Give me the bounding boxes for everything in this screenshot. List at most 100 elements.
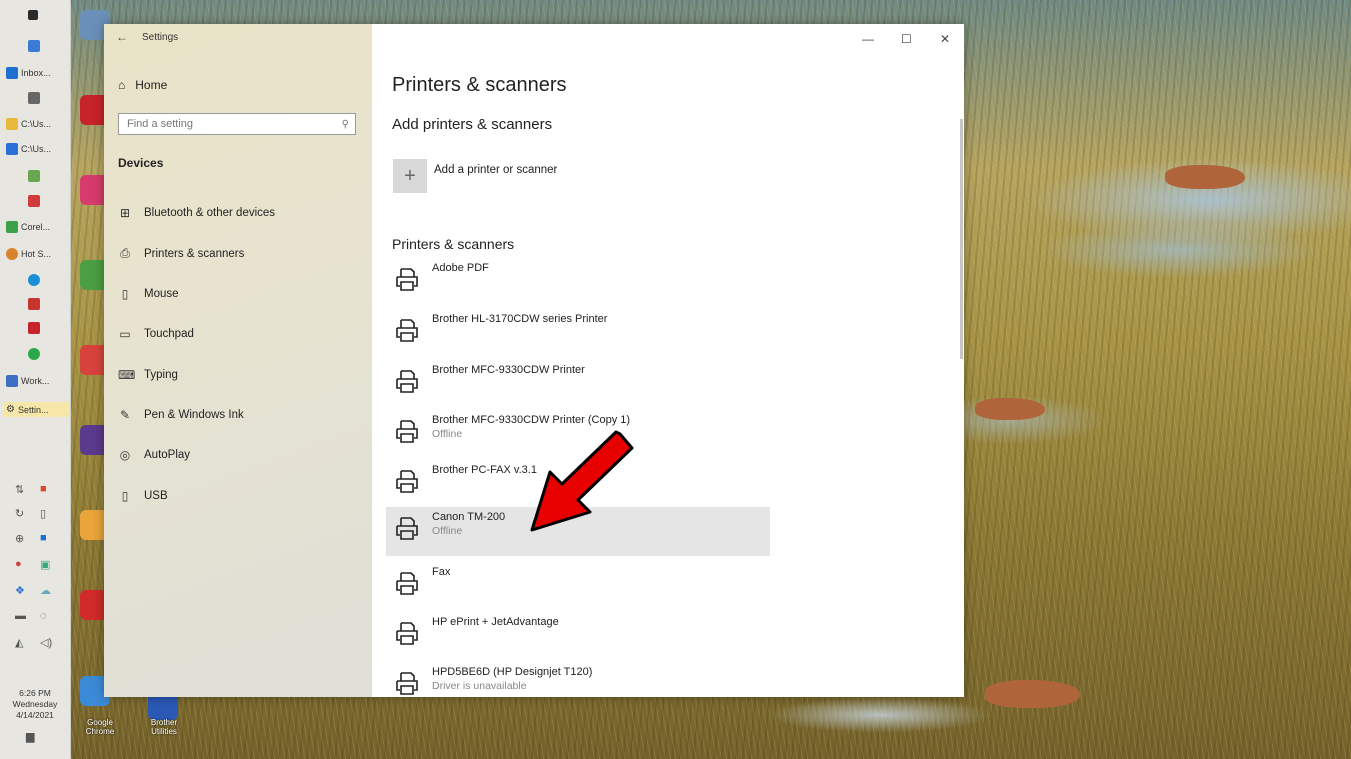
taskbar-item-label: Settin... [17,404,49,415]
taskbar-start-button[interactable] [28,10,38,20]
printer-icon [396,572,418,595]
clock-date: 4/14/2021 [16,710,54,720]
taskbar-item-calculator[interactable] [28,92,40,104]
taskbar-item-dropbox[interactable]: C:\Us... [6,143,51,155]
search-icon[interactable]: ⚲ [342,119,349,130]
app-red-icon [28,195,40,207]
wallpaper-deer [975,398,1045,420]
search-input[interactable] [125,117,329,131]
flash-icon [28,298,40,310]
taskbar-item-red-app[interactable] [28,195,40,207]
tray-dropbox-icon[interactable]: ❖ [15,584,25,597]
section-title-devices: Devices [118,156,164,170]
printer-icon [396,268,418,291]
printer-item[interactable]: Brother HL-3170CDW series Printer [386,309,770,357]
printer-text: Fax [432,566,450,578]
taskbar-item-workspace[interactable]: Work... [6,375,49,387]
sidebar-item-usb[interactable]: ▯ USB [118,489,168,503]
taskbar-item-acrobat[interactable] [28,322,40,334]
tray-wifi-icon[interactable]: ◭ [15,636,23,649]
tray-outlook-icon[interactable]: ■ [40,532,47,544]
sidebar-item-bluetooth[interactable]: ⊞ Bluetooth & other devices [118,206,275,220]
add-printer-label[interactable]: Add a printer or scanner [434,164,557,176]
settings-window: ← Settings ⌂ Home ⚲ Devices ⊞ Bluetooth … [104,24,964,697]
printer-item[interactable]: HPD5BE6D (HP Designjet T120) Driver is u… [386,662,770,697]
printer-item[interactable]: HP ePrint + JetAdvantage [386,612,770,660]
sidebar-item-mouse[interactable]: ▯ Mouse [118,287,179,301]
autoplay-icon: ◎ [119,448,131,462]
wallpaper-deer [1165,165,1245,189]
minimize-button[interactable]: — [862,32,874,46]
printer-name: Brother MFC-9330CDW Printer [432,364,585,376]
tray-usb-icon[interactable]: ▯ [40,507,46,520]
taskbar-item-whatsapp[interactable] [28,348,40,360]
snip-icon [28,170,40,182]
taskbar-item-label: Hot S... [21,249,52,259]
sidebar-item-label: Printers & scanners [144,247,245,260]
tray-sync-icon[interactable]: ↻ [15,507,24,520]
taskbar-item-label: Work... [21,376,50,386]
printer-text: Brother MFC-9330CDW Printer [432,364,585,376]
whatsapp-icon [28,348,40,360]
back-arrow-icon[interactable]: ← [116,30,128,44]
printer-name: Fax [432,566,451,578]
taskbar-item-label: Inbox... [21,68,51,78]
sidebar-item-printers[interactable]: ⎙ Printers & scanners [118,246,244,261]
sidebar-item-touchpad[interactable]: ▭ Touchpad [118,327,194,341]
chrome-icon [6,248,18,260]
printer-icon [396,370,418,393]
nav-home[interactable]: ⌂ Home [118,78,167,92]
taskbar-item-keyboard[interactable] [28,40,40,52]
printer-name: Brother MFC-9330CDW Printer (Copy 1) [432,414,631,426]
outlook-icon [6,67,18,79]
close-button[interactable]: ✕ [940,32,950,46]
scrollbar[interactable] [960,119,963,359]
start-icon [28,10,38,20]
sidebar-item-typing[interactable]: ⌨ Typing [118,368,178,382]
add-printer-button[interactable]: + [393,159,427,193]
taskbar-item-flash[interactable] [28,298,40,310]
taskbar-item-outlook[interactable]: Inbox... [6,67,51,79]
acrobat-icon [28,322,40,334]
notification-icon[interactable]: ▆ [26,730,34,743]
taskbar-item-folder[interactable]: C:\Us... [6,118,51,130]
taskbar-item-settings[interactable]: ⚙ Settin... [4,402,70,417]
printer-icon [396,420,418,443]
tray-onedrive-icon[interactable]: ◌ [40,610,47,622]
sidebar-item-label: Touchpad [144,328,194,340]
printer-name: Brother HL-3170CDW series Printer [432,313,608,325]
tray-network-icon[interactable]: ⇅ [15,483,24,496]
printer-icon: ⎙ [120,246,130,260]
tray-cloud-icon[interactable]: ☁ [40,584,51,597]
taskbar-item-corel[interactable]: Corel... [6,221,50,233]
taskbar-item-label: C:\Us... [21,119,52,129]
sidebar-item-label: Typing [144,369,178,381]
tray-volume-icon[interactable]: ◁) [40,636,52,649]
tray-flag-icon[interactable]: ● [15,558,22,570]
tray-display-icon[interactable]: ▣ [40,558,50,571]
corel-icon [6,221,18,233]
taskbar-item-edge[interactable] [28,274,40,286]
maximize-button[interactable]: ☐ [901,32,912,46]
printer-name: Canon TM-200 [432,511,506,523]
tray-globe-icon[interactable]: ⊕ [15,532,24,545]
nav-home-label: Home [135,78,168,92]
printer-item[interactable]: Adobe PDF [386,258,770,306]
calculator-icon [28,92,40,104]
printers-list-title: Printers & scanners [392,236,515,252]
sidebar-item-label: AutoPlay [144,449,191,461]
printer-item[interactable]: Brother MFC-9330CDW Printer [386,360,770,408]
taskbar-item-hotspot[interactable]: Hot S... [6,248,51,260]
sidebar-item-pen[interactable]: ✎ Pen & Windows Ink [118,408,244,422]
taskbar-item-snip[interactable] [28,170,40,182]
printer-icon [396,470,418,493]
printer-item[interactable]: Fax [386,562,770,610]
sidebar-item-autoplay[interactable]: ◎ AutoPlay [118,448,190,462]
printer-text: Canon TM-200 Offline [432,511,505,537]
printer-name: Adobe PDF [432,262,489,274]
plus-icon: + [404,164,416,187]
taskbar-clock[interactable]: 6:26 PM Wednesday 4/14/2021 [4,688,66,721]
tray-app-icon[interactable]: ■ [40,483,47,495]
tray-battery-icon[interactable]: ▬ [15,610,26,622]
wallpaper-deer [985,680,1080,708]
